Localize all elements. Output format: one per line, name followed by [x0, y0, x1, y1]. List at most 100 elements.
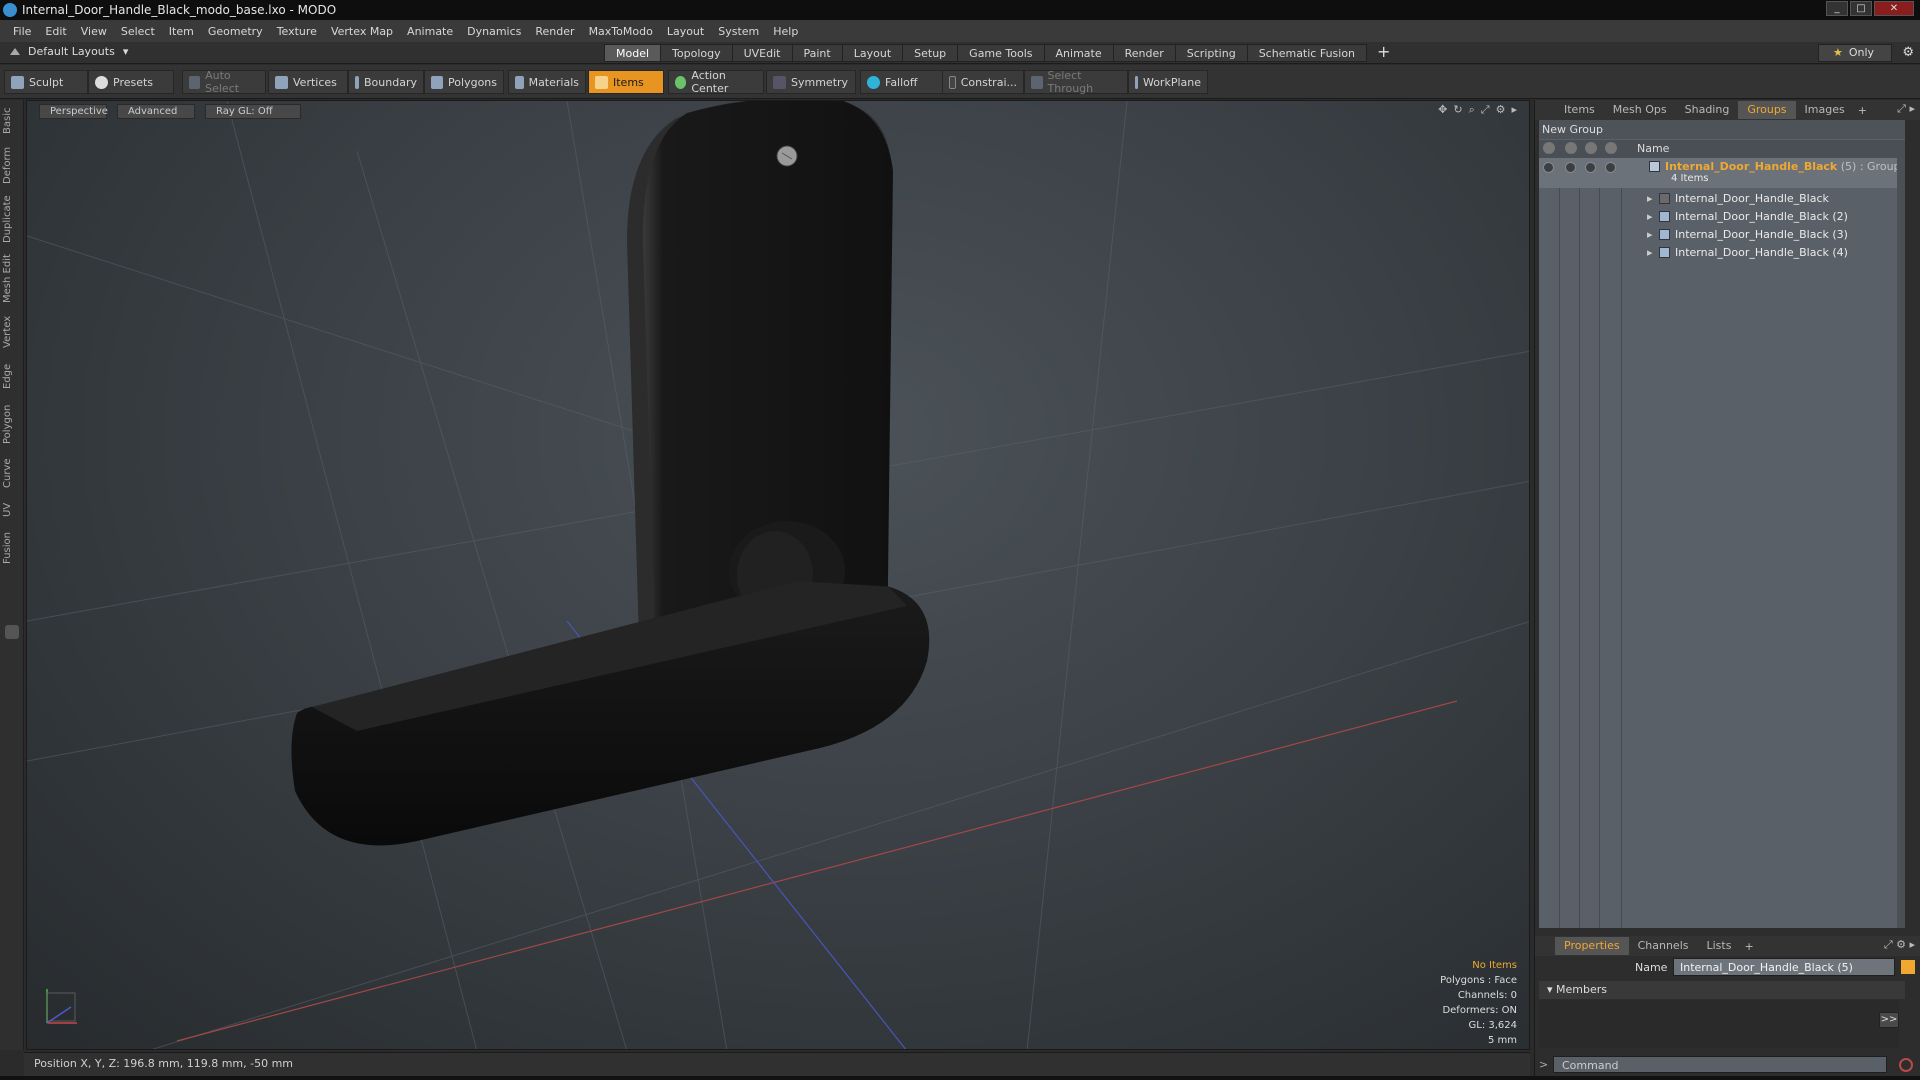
- visibility-column-icon[interactable]: [1543, 142, 1555, 154]
- menu-item[interactable]: Item: [162, 25, 201, 38]
- tab-groups[interactable]: Groups: [1738, 101, 1796, 119]
- lock-icon[interactable]: [1585, 162, 1596, 173]
- tab-properties[interactable]: Properties: [1555, 937, 1629, 955]
- list-item[interactable]: ▸ Internal_Door_Handle_Black (3): [1539, 226, 1905, 244]
- viewport-expand-icon[interactable]: ▸: [1511, 103, 1517, 117]
- select-column-icon[interactable]: [1605, 142, 1617, 154]
- close-button[interactable]: ✕: [1874, 1, 1914, 16]
- group-color-swatch[interactable]: [1901, 960, 1915, 974]
- tab-shading[interactable]: Shading: [1676, 101, 1739, 119]
- tab-mesh-ops[interactable]: Mesh Ops: [1604, 101, 1676, 119]
- move-view-icon[interactable]: ✥: [1438, 103, 1447, 117]
- vtab-curve[interactable]: Curve: [2, 454, 22, 492]
- add-members-button[interactable]: >>: [1879, 1012, 1899, 1028]
- boundary-button[interactable]: Boundary: [348, 70, 424, 94]
- members-list[interactable]: [1539, 1000, 1899, 1048]
- vtab-uv[interactable]: UV: [2, 498, 22, 522]
- expand-icon[interactable]: ▸: [1647, 210, 1653, 223]
- polygons-button[interactable]: Polygons: [424, 70, 504, 94]
- add-panel-tab-icon[interactable]: +: [1858, 104, 1867, 117]
- menu-select[interactable]: Select: [114, 25, 162, 38]
- default-layouts-dropdown[interactable]: Default Layouts ▾: [10, 45, 128, 58]
- groups-scrollbar[interactable]: [1897, 158, 1905, 928]
- minimize-button[interactable]: _: [1826, 1, 1848, 16]
- expand-icon[interactable]: ▸: [1647, 228, 1653, 241]
- tab-uvedit[interactable]: UVEdit: [731, 44, 792, 62]
- menu-geometry[interactable]: Geometry: [201, 25, 270, 38]
- zoom-view-icon[interactable]: ⌕: [1469, 103, 1475, 117]
- falloff-button[interactable]: Falloff: [860, 70, 944, 94]
- palette-toggle-icon[interactable]: [5, 625, 19, 639]
- vtab-polygon[interactable]: Polygon: [2, 400, 22, 448]
- fit-view-icon[interactable]: ⤢: [1481, 103, 1490, 117]
- only-toggle[interactable]: ★ Only: [1818, 44, 1892, 62]
- list-item[interactable]: ▸ Internal_Door_Handle_Black (4): [1539, 244, 1905, 262]
- perspective-button[interactable]: Perspective: [39, 104, 108, 119]
- tab-topology[interactable]: Topology: [660, 44, 732, 62]
- select-through-button[interactable]: Select Through: [1024, 69, 1128, 95]
- group-row[interactable]: Internal_Door_Handle_Black (5) : Group 4…: [1539, 158, 1905, 188]
- name-field[interactable]: Internal_Door_Handle_Black (5): [1673, 958, 1895, 976]
- materials-button[interactable]: Materials: [508, 70, 586, 94]
- tab-render[interactable]: Render: [1112, 44, 1175, 62]
- menu-edit[interactable]: Edit: [38, 25, 73, 38]
- expand-icon[interactable]: ▸: [1647, 246, 1653, 259]
- list-item[interactable]: ▸ Internal_Door_Handle_Black (2): [1539, 208, 1905, 226]
- add-props-tab-icon[interactable]: +: [1744, 940, 1753, 953]
- menu-dynamics[interactable]: Dynamics: [460, 25, 528, 38]
- menu-maxtomodo[interactable]: MaxToModo: [582, 25, 660, 38]
- workplane-button[interactable]: WorkPlane: [1128, 70, 1208, 94]
- constrain-button[interactable]: Constrai...: [942, 70, 1024, 94]
- symmetry-button[interactable]: Symmetry: [766, 70, 856, 94]
- vtab-mesh-edit[interactable]: Mesh Edit: [2, 252, 22, 306]
- viewport-settings-icon[interactable]: ⚙: [1496, 103, 1506, 117]
- gear-icon[interactable]: ⚙: [1902, 45, 1914, 60]
- tab-schematic-fusion[interactable]: Schematic Fusion: [1246, 44, 1368, 62]
- vtab-basic[interactable]: Basic: [2, 104, 22, 138]
- vertices-button[interactable]: Vertices: [268, 70, 348, 94]
- menu-layout[interactable]: Layout: [660, 25, 711, 38]
- sculpt-button[interactable]: Sculpt: [4, 70, 88, 94]
- menu-texture[interactable]: Texture: [270, 25, 324, 38]
- vtab-vertex[interactable]: Vertex: [2, 312, 22, 352]
- action-center-button[interactable]: Action Center: [668, 69, 764, 95]
- menu-render[interactable]: Render: [528, 25, 581, 38]
- menu-system[interactable]: System: [711, 25, 766, 38]
- command-history-icon[interactable]: [1899, 1058, 1913, 1072]
- new-group-button[interactable]: New Group: [1539, 120, 1905, 139]
- menu-vertex-map[interactable]: Vertex Map: [324, 25, 400, 38]
- tab-images[interactable]: Images: [1796, 101, 1854, 119]
- menu-file[interactable]: File: [6, 25, 38, 38]
- maximize-button[interactable]: □: [1850, 1, 1872, 16]
- tab-lists[interactable]: Lists: [1698, 937, 1741, 955]
- tab-channels[interactable]: Channels: [1629, 937, 1698, 955]
- eye-icon[interactable]: [1543, 162, 1554, 173]
- layout-collapse-icon[interactable]: [10, 48, 20, 55]
- props-expand-icon[interactable]: ⤢ ⚙ ▸: [1884, 938, 1915, 952]
- tab-layout[interactable]: Layout: [841, 44, 903, 62]
- raygl-button[interactable]: Ray GL: Off: [205, 104, 301, 119]
- auto-select-button[interactable]: Auto Select: [182, 69, 266, 95]
- items-button[interactable]: Items: [588, 70, 664, 94]
- add-tab-plus-icon[interactable]: +: [1377, 44, 1390, 62]
- tab-setup[interactable]: Setup: [902, 44, 958, 62]
- advanced-button[interactable]: Advanced: [117, 104, 195, 119]
- rotate-view-icon[interactable]: ↻: [1453, 103, 1462, 117]
- menu-animate[interactable]: Animate: [400, 25, 460, 38]
- command-input[interactable]: Command: [1553, 1056, 1887, 1073]
- list-item[interactable]: ▸ Internal_Door_Handle_Black: [1539, 190, 1905, 208]
- tab-animate[interactable]: Animate: [1043, 44, 1113, 62]
- members-section[interactable]: ▾ Members: [1539, 981, 1905, 999]
- render-icon[interactable]: [1565, 162, 1576, 173]
- expand-icon[interactable]: ▸: [1647, 192, 1653, 205]
- vtab-deform[interactable]: Deform: [2, 144, 22, 186]
- select-icon[interactable]: [1605, 162, 1616, 173]
- presets-button[interactable]: Presets: [88, 70, 174, 94]
- tab-scripting[interactable]: Scripting: [1174, 44, 1247, 62]
- panel-expand-icon[interactable]: ⤢ ▸: [1897, 102, 1915, 116]
- vtab-edge[interactable]: Edge: [2, 358, 22, 394]
- vtab-fusion[interactable]: Fusion: [2, 528, 22, 568]
- tab-model[interactable]: Model: [604, 44, 661, 62]
- menu-help[interactable]: Help: [766, 25, 805, 38]
- tab-game-tools[interactable]: Game Tools: [957, 44, 1044, 62]
